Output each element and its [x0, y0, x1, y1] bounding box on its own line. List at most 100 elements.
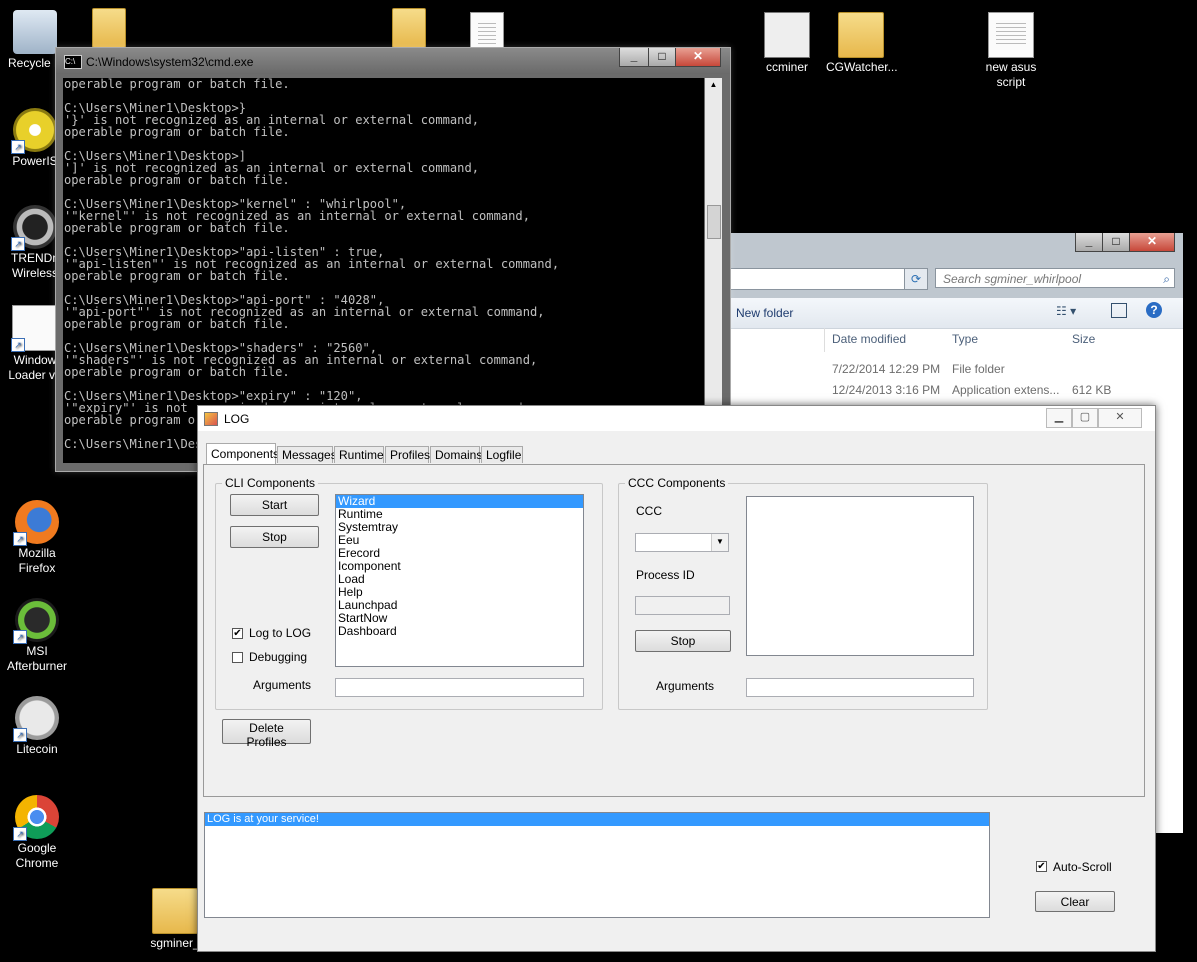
tab-messages[interactable]: Messages — [277, 446, 337, 463]
ccc-label: CCC — [636, 504, 662, 518]
column-date[interactable]: Date modified — [832, 332, 906, 346]
cmd-title: C:\Windows\system32\cmd.exe — [86, 55, 254, 69]
app-icon — [988, 12, 1034, 58]
address-bar[interactable]: ▼ — [728, 268, 926, 290]
group-title: CLI Components — [222, 476, 319, 490]
search-input[interactable]: Search sgminer_whirlpool ⌕ — [935, 268, 1175, 288]
desktop-icon-5[interactable]: ↗ MSI Afterburner — [2, 598, 72, 674]
desktop-icon-label: ccminer — [765, 60, 808, 74]
app-icon: ↗ — [13, 500, 59, 546]
help-icon[interactable]: ? — [1146, 302, 1162, 318]
close-button[interactable]: ✕ — [675, 48, 721, 67]
log-to-log-label: Log to LOG — [249, 626, 312, 640]
debugging-checkbox[interactable] — [232, 652, 243, 663]
cmd-titlebar: C:\ C:\Windows\system32\cmd.exe _ □ ✕ — [56, 48, 730, 74]
app-icon — [13, 10, 57, 54]
desktop-item-icon[interactable] — [92, 8, 126, 48]
maximize-button[interactable]: ▢ — [1072, 408, 1098, 428]
scrollbar-thumb[interactable] — [707, 205, 721, 239]
search-placeholder: Search sgminer_whirlpool — [943, 272, 1082, 286]
log-to-log-checkbox[interactable]: ✔ — [232, 628, 243, 639]
auto-scroll-checkbox[interactable]: ✔ — [1036, 861, 1047, 872]
cli-components-list[interactable]: Wizard Runtime Systemtray Eeu Erecord Icompon… — [335, 494, 584, 667]
group-title: CCC Components — [625, 476, 729, 490]
list-item[interactable]: Dashboard — [336, 625, 583, 638]
app-icon — [764, 12, 810, 58]
cli-components-group: CLI Components Start Stop Wizard Runtime S… — [215, 476, 603, 710]
new-folder-button[interactable]: New folder — [736, 306, 793, 320]
process-id-field[interactable] — [635, 596, 730, 615]
desktop-icon-9[interactable]: ccminer — [752, 12, 822, 75]
tab-domains[interactable]: Domains — [430, 446, 482, 463]
ccc-select[interactable]: ▼ — [635, 533, 729, 552]
log-output[interactable]: LOG is at your service! — [204, 812, 990, 918]
shortcut-arrow-icon: ↗ — [11, 338, 25, 352]
minimize-button[interactable]: ▁ — [1046, 408, 1072, 428]
app-icon: ↗ — [13, 598, 59, 644]
ccc-components-group: CCC Components CCC ▼ Process ID Stop Arg… — [618, 476, 988, 710]
shortcut-arrow-icon: ↗ — [11, 140, 25, 154]
app-icon — [152, 888, 198, 934]
ccc-arguments-input[interactable] — [746, 678, 974, 697]
explorer-titlebar: _ □ ✕ ▼ ⟳ Search sgminer_whirlpool ⌕ — [728, 233, 1183, 298]
maximize-button[interactable]: □ — [1102, 233, 1130, 252]
log-titlebar: LOG ▁ ▢ ✕ — [198, 406, 1155, 431]
desktop-icon-label: Google Chrome — [15, 841, 59, 870]
tab-runtime[interactable]: Runtime — [334, 446, 384, 463]
desktop-icon-7[interactable]: ↗ Google Chrome — [2, 795, 72, 871]
log-window: LOG ▁ ▢ ✕ Components Messages Runtime Profi… — [197, 405, 1156, 952]
preview-pane-icon[interactable] — [1111, 303, 1127, 318]
clear-button[interactable]: Clear — [1035, 891, 1115, 912]
shortcut-arrow-icon: ↗ — [13, 630, 27, 644]
log-line: LOG is at your service! — [205, 813, 989, 826]
close-button[interactable]: ✕ — [1098, 408, 1142, 428]
file-date-cell[interactable]: 7/22/2014 12:29 PM — [832, 362, 940, 376]
delete-profiles-button[interactable]: Delete Profiles — [222, 719, 311, 749]
close-button[interactable]: ✕ — [1129, 233, 1175, 252]
process-id-label: Process ID — [636, 568, 695, 582]
arguments-label: Arguments — [253, 678, 312, 692]
desktop-icon-10[interactable]: CGWatcher... — [826, 12, 898, 75]
refresh-icon[interactable]: ⟳ — [904, 268, 928, 290]
file-type-cell[interactable]: File folder — [952, 362, 1005, 376]
cli-arguments-input[interactable] — [335, 678, 584, 697]
console-icon: C:\ — [64, 55, 82, 69]
minimize-button[interactable]: _ — [1075, 233, 1103, 252]
desktop-icon-label: new asus script — [985, 60, 1037, 89]
tab-logfile[interactable]: Logfile — [481, 446, 523, 463]
ccc-list[interactable] — [746, 496, 974, 656]
app-icon: ↗ — [11, 108, 57, 154]
list-item[interactable]: Systemtray — [336, 521, 583, 534]
maximize-button[interactable]: □ — [648, 48, 676, 67]
start-button[interactable]: Start — [230, 494, 319, 516]
arguments-label: Arguments — [656, 679, 715, 693]
components-panel: CLI Components Start Stop Wizard Runtime S… — [203, 464, 1145, 797]
desktop-icon-4[interactable]: ↗ Mozilla Firefox — [2, 500, 72, 576]
tab-components[interactable]: Components — [206, 443, 279, 464]
app-icon — [204, 412, 218, 426]
desktop-icon-6[interactable]: ↗ Litecoin — [2, 696, 72, 757]
minimize-button[interactable]: _ — [619, 48, 649, 67]
chevron-up-icon[interactable]: ▲ — [707, 80, 720, 92]
file-date-cell[interactable]: 12/24/2013 3:16 PM — [832, 383, 940, 397]
shortcut-arrow-icon: ↗ — [13, 532, 27, 546]
tab-profiles[interactable]: Profiles — [385, 446, 430, 463]
app-icon: ↗ — [11, 305, 58, 352]
app-icon: ↗ — [11, 205, 57, 251]
view-options-icon[interactable]: ☷ ▾ — [1056, 304, 1076, 318]
file-size-cell[interactable]: 612 KB — [1072, 383, 1111, 397]
ccc-stop-button[interactable]: Stop — [635, 630, 731, 652]
stop-button[interactable]: Stop — [230, 526, 319, 548]
column-size[interactable]: Size — [1072, 332, 1095, 346]
file-type-cell[interactable]: Application extens... — [952, 383, 1059, 397]
column-type[interactable]: Type — [952, 332, 978, 346]
desktop-icon-label: MSI Afterburner — [6, 644, 68, 673]
desktop-item-icon[interactable] — [470, 12, 504, 52]
chevron-down-icon[interactable]: ▼ — [711, 534, 728, 551]
log-title: LOG — [224, 412, 250, 426]
list-item[interactable]: Icomponent — [336, 560, 583, 573]
search-icon: ⌕ — [1163, 272, 1170, 286]
list-item[interactable]: Load — [336, 573, 583, 586]
desktop-icon-11[interactable]: new asus script — [976, 12, 1046, 90]
desktop-item-icon[interactable] — [392, 8, 426, 48]
